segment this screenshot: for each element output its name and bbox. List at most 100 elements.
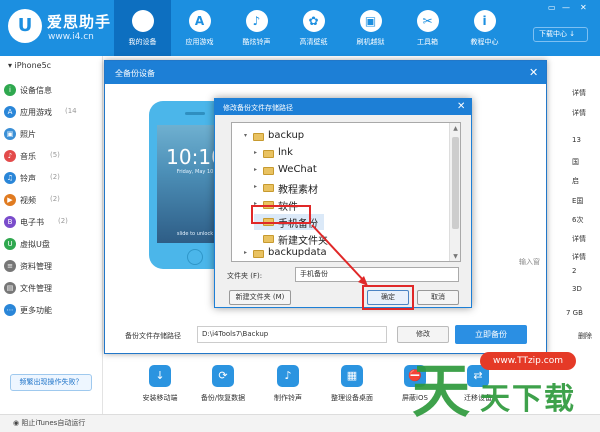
app-name: 爱思助手 (47, 13, 112, 31)
home-button (187, 249, 203, 265)
nav-toolbox[interactable]: ✂ 工具箱 (399, 0, 456, 56)
sidebar-item-videos[interactable]: ▶ 视频 (2) (0, 192, 103, 208)
sidebar-item-label: 更多功能 (20, 306, 52, 315)
sidebar-item-label: 虚拟U盘 (20, 240, 50, 249)
info-icon: i (4, 84, 16, 96)
delete-link[interactable]: 删除 (578, 331, 592, 341)
nav-label: 工具箱 (417, 38, 438, 46)
app-store-icon: A (4, 106, 16, 118)
box-icon: ▣ (359, 10, 382, 32)
earpiece (185, 112, 205, 115)
close-icon[interactable]: ✕ (457, 101, 465, 112)
tool-organize-desktop[interactable]: ▦ 整理设备桌面 (322, 365, 382, 403)
nav-label: 教程中心 (470, 38, 499, 46)
peek-value: 6次 (572, 216, 584, 224)
tree-node-label: WeChat (278, 164, 317, 175)
photo-icon: ▣ (4, 128, 16, 140)
backup-path-field[interactable]: D:\i4Tools7\Backup (197, 326, 387, 343)
new-folder-button[interactable]: 新建文件夹 (M) (229, 290, 291, 305)
tree-scrollbar[interactable]: ▲ ▼ (449, 123, 460, 261)
minimize-icon[interactable]: — (562, 3, 570, 12)
sidebar-item-ebooks[interactable]: B 电子书 (2) (0, 214, 103, 230)
sidebar-item-label: 设备信息 (20, 86, 52, 95)
download-icon: ↓ (149, 365, 171, 387)
sidebar-item-label: 照片 (20, 130, 36, 139)
restore-icon[interactable]: ▭ (548, 3, 556, 12)
chevron-right-icon[interactable]: ▸ (254, 149, 257, 156)
nav-tutorials[interactable]: i 教程中心 (456, 0, 513, 56)
chevron-right-icon[interactable]: ▸ (254, 166, 257, 173)
app-url: www.i4.cn (48, 32, 94, 42)
music-icon: ♪ (4, 150, 16, 162)
peek-value: E国 (572, 197, 584, 205)
close-icon[interactable]: ✕ (580, 3, 587, 12)
nav-my-device[interactable]: 我的设备 (114, 0, 171, 56)
tree-node-wechat[interactable]: ▸ WeChat (254, 163, 444, 179)
tools-icon: ✂ (416, 10, 439, 32)
tool-make-ringtone[interactable]: ♪ 制作铃声 (258, 365, 318, 403)
tree-node-label: 教程素材 (278, 185, 318, 196)
dialog-title-bar: 修改备份文件存储路径 ✕ (215, 99, 471, 115)
sidebar-item-device-info[interactable]: i 设备信息 (0, 82, 103, 98)
tree-node-tutorial-materials[interactable]: ▸ 教程素材 (254, 180, 444, 196)
nav-wallpapers[interactable]: ✿ 高清壁纸 (285, 0, 342, 56)
frequent-failure-button[interactable]: 频繁出现操作失败？ (10, 374, 92, 391)
sidebar-item-data-management[interactable]: ≡ 资料管理 (0, 258, 103, 274)
nav-ringtones[interactable]: ♪ 酷炫铃声 (228, 0, 285, 56)
chevron-right-icon[interactable]: ▸ (254, 183, 257, 190)
nav-flash-jailbreak[interactable]: ▣ 刷机越狱 (342, 0, 399, 56)
scroll-up-icon[interactable]: ▲ (450, 125, 461, 132)
tree-node-backupdata[interactable]: ▸ backupdata (244, 246, 444, 262)
peek-value: 详情 (572, 109, 586, 117)
sidebar-item-count: (2) (50, 173, 60, 181)
tree-node-label: lnk (278, 147, 293, 158)
chevron-down-icon[interactable]: ▾ (244, 132, 247, 139)
sidebar-item-count: (5) (50, 151, 60, 159)
folder-icon (263, 167, 274, 175)
sidebar-item-apps[interactable]: A 应用游戏 (14 (0, 104, 103, 120)
sidebar-item-label: 应用游戏 (20, 108, 52, 117)
nav-apps[interactable]: A 应用游戏 (171, 0, 228, 56)
sidebar-item-more[interactable]: ⋯ 更多功能 (0, 302, 103, 318)
tree-node-backup[interactable]: ▾ backup (244, 129, 444, 145)
cancel-button[interactable]: 取消 (417, 290, 459, 305)
modify-button[interactable]: 修改 (397, 326, 449, 343)
sidebar-item-photos[interactable]: ▣ 照片 (0, 126, 103, 142)
info-icon: i (473, 10, 496, 32)
tree-node-new-folder[interactable]: 新建文件夹 (254, 231, 444, 247)
change-backup-path-dialog: 修改备份文件存储路径 ✕ ▾ backup ▸ lnk ▸ WeChat ▸ 教程素材 … (214, 98, 472, 310)
download-center-button[interactable]: 下载中心 ↓ (533, 27, 588, 42)
tree-node-label: 新建文件夹 (278, 236, 328, 247)
app-store-icon: A (188, 10, 211, 32)
scroll-down-icon[interactable]: ▼ (450, 253, 461, 260)
sidebar-item-udisk[interactable]: U 虚拟U盘 (0, 236, 103, 252)
udisk-icon: U (4, 238, 16, 250)
folder-name-input[interactable]: 手机备份 (295, 267, 459, 282)
nav-label: 高清壁纸 (299, 38, 328, 46)
ok-button[interactable]: 确定 (367, 290, 409, 305)
scroll-thumb[interactable] (452, 137, 459, 229)
block-itunes-toggle[interactable]: ◉ 阻止iTunes自动运行 (13, 418, 85, 428)
sidebar-item-file-management[interactable]: ▤ 文件管理 (0, 280, 103, 296)
device-name[interactable]: ▾ iPhone5c (8, 61, 51, 70)
video-icon: ▶ (4, 194, 16, 206)
tree-node-lnk[interactable]: ▸ lnk (254, 146, 444, 162)
sidebar-item-music[interactable]: ♪ 音乐 (5) (0, 148, 103, 164)
tree-node-label: backup (268, 130, 305, 141)
chevron-right-icon[interactable]: ▸ (244, 249, 247, 256)
dialog-title-bar: 全备份设备 ✕ (105, 61, 546, 84)
tool-label: 制作铃声 (274, 394, 302, 402)
tool-label: 备份/恢复数据 (200, 394, 246, 402)
folder-icon (253, 133, 264, 141)
peek-value: 启 (572, 177, 579, 185)
tool-backup-restore[interactable]: ⟳ 备份/恢复数据 (193, 365, 253, 403)
tool-install-mobile[interactable]: ↓ 安装移动端 (130, 365, 190, 403)
backup-now-button[interactable]: 立即备份 (455, 325, 527, 344)
sidebar-item-ringtones[interactable]: ♫ 铃声 (2) (0, 170, 103, 186)
peek-value: 3D (572, 285, 582, 293)
close-icon[interactable]: ✕ (529, 66, 538, 79)
music-icon: ♪ (277, 365, 299, 387)
nav-label: 我的设备 (128, 38, 157, 46)
peek-value: 详情 (572, 235, 586, 243)
top-bar: U 爱思助手 www.i4.cn 我的设备 A 应用游戏 ♪ 酷炫铃声 ✿ 高清壁纸 … (0, 0, 600, 56)
